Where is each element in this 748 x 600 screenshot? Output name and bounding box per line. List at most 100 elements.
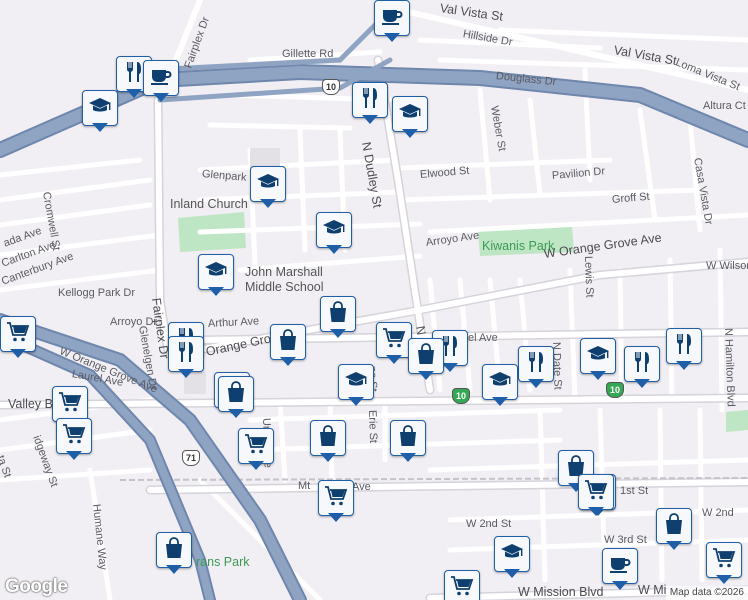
marker-box [250, 166, 286, 202]
street-label-john-marshall-1: John Marshall [245, 265, 323, 279]
school-marker[interactable] [316, 212, 352, 256]
school-marker[interactable] [82, 90, 118, 134]
coffee-marker[interactable] [602, 548, 638, 592]
graduation-cap-icon [322, 216, 346, 245]
shopping-marker[interactable] [408, 338, 444, 382]
graduation-cap-icon [500, 540, 524, 569]
coffee-icon [608, 552, 632, 581]
marker-box [352, 82, 388, 118]
marker-pointer [402, 129, 418, 138]
shopping-marker[interactable] [390, 420, 426, 464]
marker-box [320, 296, 356, 332]
school-marker[interactable] [392, 96, 428, 140]
graduation-cap-icon [488, 368, 512, 397]
graduation-cap-icon [398, 100, 422, 129]
marker-pointer [328, 513, 344, 522]
street-label-mt-ave-2: Ave [352, 481, 371, 493]
coffee-marker[interactable] [143, 60, 179, 104]
street-label-kellogg-park-dr: Kellogg Park Dr [58, 287, 136, 299]
school-marker[interactable] [338, 364, 374, 408]
shopping-marker[interactable] [656, 508, 692, 552]
street-label-w-2nd-st: W 2nd St [466, 518, 512, 530]
marker-pointer [326, 245, 342, 254]
google-logo: Google [5, 576, 68, 597]
marker-pointer [320, 453, 336, 462]
marker-pointer [588, 507, 604, 516]
route-shield-route-10-a: 10 [322, 79, 340, 95]
marker-pointer [384, 33, 400, 42]
restaurant-marker[interactable] [518, 346, 554, 390]
marker-pointer [208, 287, 224, 296]
street-label-altura-ct: Altura Ct [703, 100, 746, 112]
shopping-bag-icon [326, 300, 350, 329]
park-area [726, 410, 748, 432]
marker-pointer [280, 357, 296, 366]
marker-box [706, 542, 742, 578]
school-marker[interactable] [494, 536, 530, 580]
marker-box [392, 96, 428, 132]
shopping-cart-icon [6, 320, 30, 349]
street-label-w-mission-blvd: W Mission Blvd [518, 585, 604, 599]
grocery-marker[interactable] [706, 542, 742, 586]
shopping-cart-icon [382, 326, 406, 355]
marker-box [156, 532, 192, 568]
marker-pointer [228, 409, 244, 418]
shopping-cart-icon [58, 390, 82, 419]
grocery-marker[interactable] [376, 322, 412, 366]
grocery-marker[interactable] [578, 474, 614, 518]
shopping-marker[interactable] [320, 296, 356, 340]
marker-box [518, 346, 554, 382]
school-marker[interactable] [482, 364, 518, 408]
grocery-marker[interactable] [318, 480, 354, 524]
marker-pointer [92, 123, 108, 132]
grocery-marker[interactable] [56, 418, 92, 462]
marker-pointer [126, 89, 142, 98]
marker-box [482, 364, 518, 400]
map-canvas[interactable]: Fairplex Dr Gillette Rd Val Vista St Val Vi… [0, 0, 748, 600]
fork-knife-icon [524, 350, 548, 379]
street-label-w-wilson: W Wilson [706, 260, 748, 272]
school-marker[interactable] [580, 338, 616, 382]
marker-pointer [492, 397, 508, 406]
marker-box [0, 316, 36, 352]
restaurant-marker[interactable] [352, 82, 388, 126]
shopping-marker[interactable] [270, 324, 306, 368]
restaurant-marker[interactable] [624, 346, 660, 390]
route-shield-route-10-b: 10 [452, 388, 470, 404]
shopping-cart-icon [324, 484, 348, 513]
shopping-marker[interactable] [310, 420, 346, 464]
marker-box [656, 508, 692, 544]
street-label-laurel-ave-east: el Ave [468, 332, 498, 344]
school-marker[interactable] [250, 166, 286, 210]
marker-pointer [590, 371, 606, 380]
street-label-gillette-rd: Gillette Rd [282, 48, 334, 60]
shopping-marker[interactable] [218, 376, 254, 420]
grocery-marker[interactable] [238, 428, 274, 472]
grocery-marker[interactable] [444, 570, 480, 600]
shopping-marker[interactable] [156, 532, 192, 576]
marker-box [580, 338, 616, 374]
marker-pointer [153, 93, 169, 102]
fork-knife-icon [672, 332, 696, 361]
coffee-marker[interactable] [374, 0, 410, 44]
fork-knife-icon [630, 350, 654, 379]
grocery-marker[interactable] [0, 316, 36, 360]
marker-pointer [716, 575, 732, 584]
restaurant-marker[interactable] [168, 336, 204, 380]
marker-pointer [504, 569, 520, 578]
graduation-cap-icon [88, 94, 112, 123]
marker-pointer [528, 379, 544, 388]
street-label-lewis-st: Lewis St [582, 255, 596, 298]
street-label-w-mi: W Mi [638, 583, 667, 597]
restaurant-marker[interactable] [666, 328, 702, 372]
marker-pointer [386, 355, 402, 364]
marker-pointer [418, 371, 434, 380]
graduation-cap-icon [204, 258, 228, 287]
shopping-cart-icon [244, 432, 268, 461]
marker-pointer [248, 461, 264, 470]
shopping-cart-icon [712, 546, 736, 575]
map-data-attribution[interactable]: Map data ©2026 [665, 586, 748, 600]
marker-box [376, 322, 412, 358]
marker-pointer [66, 451, 82, 460]
school-marker[interactable] [198, 254, 234, 298]
